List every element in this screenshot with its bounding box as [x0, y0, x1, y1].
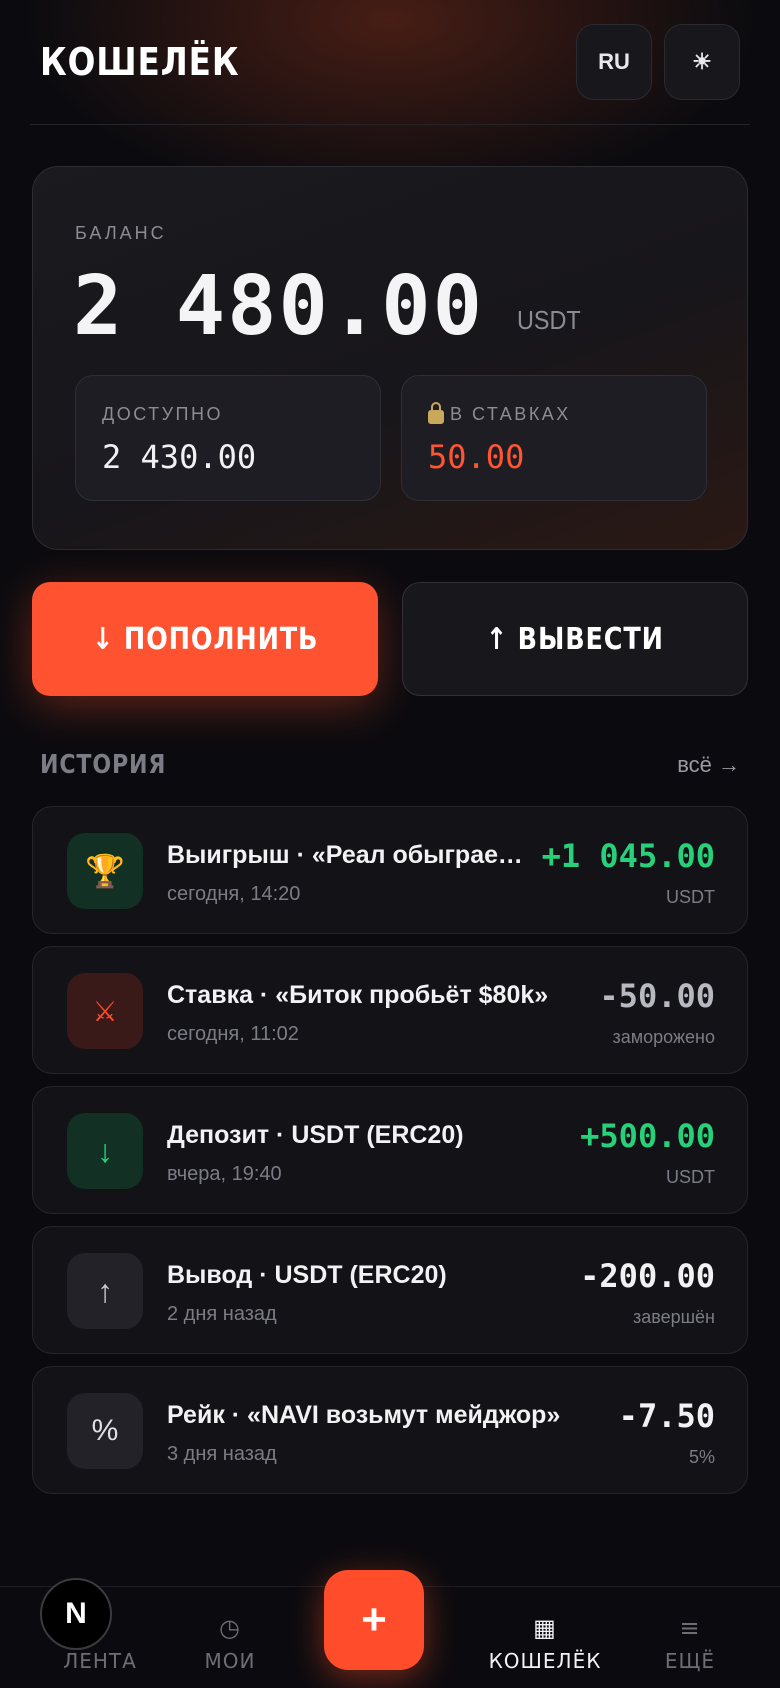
history-list: 🏆 Выигрыш · «Реал обыграет Барселону» се…	[32, 806, 748, 1506]
history-item-amount: -200.00	[580, 1257, 715, 1295]
header: КОШЕЛЁК RU ☀	[40, 24, 740, 100]
withdraw-button-label: ↑ ВЫВЕСТИ	[485, 621, 665, 657]
staked-label: В СТАВКАХ	[450, 404, 571, 424]
arrow-up-icon: ↑	[67, 1253, 143, 1329]
app-logo[interactable]: N	[40, 1578, 112, 1650]
balance-currency: USDT	[517, 305, 581, 335]
history-item-sub: заморожено	[612, 1027, 715, 1047]
withdraw-button[interactable]: ↑ ВЫВЕСТИ	[402, 582, 748, 696]
available-box: ДОСТУПНО 2 430.00	[75, 375, 381, 501]
menu-icon: ≡	[679, 1614, 701, 1642]
grid-icon: ▦	[533, 1614, 557, 1642]
add-button[interactable]: +	[324, 1570, 424, 1670]
history-title: ИСТОРИЯ	[40, 750, 167, 780]
plus-icon: +	[361, 1595, 387, 1644]
available-label: ДОСТУПНО	[102, 404, 223, 424]
history-item-time: 2 дня назад	[167, 1303, 277, 1325]
history-item-title: Выигрыш · «Реал обыграет Барселону»	[167, 841, 527, 869]
history-item-sub: 5%	[688, 1447, 715, 1467]
balance-label: БАЛАНС	[75, 223, 167, 243]
arrow-down-icon: ↓	[67, 1113, 143, 1189]
deposit-button-label: ↓ ПОПОЛНИТЬ	[91, 621, 319, 657]
header-divider	[30, 124, 750, 125]
history-item[interactable]: ⚔ Ставка · «Биток пробьёт $80k» сегодня,…	[32, 946, 748, 1074]
trophy-icon: 🏆	[67, 833, 143, 909]
history-item-amount: -7.50	[618, 1397, 715, 1435]
staked-value: 50.00	[428, 438, 525, 476]
history-item-sub: USDT	[666, 1167, 715, 1187]
page-title: КОШЕЛЁК	[40, 40, 240, 84]
percent-icon: %	[67, 1393, 143, 1469]
clock-icon: ◷	[219, 1614, 241, 1642]
tab-my[interactable]: ◷ МОИ	[170, 1615, 290, 1673]
sun-icon: ☀	[692, 49, 712, 74]
history-item-amount: +1 045.00	[541, 837, 715, 875]
history-all-link[interactable]: всё →	[677, 752, 740, 778]
history-item-title: Рейк · «NAVI возьмут мейджор»	[167, 1401, 561, 1429]
language-button[interactable]: RU	[576, 24, 652, 100]
tab-feed-label: ЛЕНТА	[63, 1649, 137, 1673]
theme-toggle-button[interactable]: ☀	[664, 24, 740, 100]
tab-more[interactable]: ≡ ЕЩЁ	[630, 1615, 750, 1673]
history-item-title: Ставка · «Биток пробьёт $80k»	[167, 981, 549, 1009]
tab-my-label: МОИ	[204, 1649, 256, 1673]
history-item-sub: USDT	[666, 887, 715, 907]
history-item-amount: -50.00	[599, 977, 715, 1015]
tab-wallet-label: КОШЕЛЁК	[488, 1649, 602, 1673]
balance-card: БАЛАНС 2 480.00 USDT ДОСТУПНО 2 430.00 В…	[32, 166, 748, 550]
history-item-time: 3 дня назад	[167, 1443, 277, 1465]
history-item-time: сегодня, 14:20	[167, 883, 301, 905]
history-item-sub: завершён	[632, 1307, 715, 1327]
available-value: 2 430.00	[102, 438, 257, 476]
tab-more-label: ЕЩЁ	[664, 1649, 716, 1673]
staked-box: В СТАВКАХ 50.00	[401, 375, 707, 501]
history-item[interactable]: % Рейк · «NAVI возьмут мейджор» 3 дня на…	[32, 1366, 748, 1494]
history-item[interactable]: 🏆 Выигрыш · «Реал обыграет Барселону» се…	[32, 806, 748, 934]
crossed-swords-icon: ⚔	[67, 973, 143, 1049]
lock-icon	[428, 401, 444, 424]
history-item[interactable]: ↓ Депозит · USDT (ERC20) вчера, 19:40 +5…	[32, 1086, 748, 1214]
history-item-title: Депозит · USDT (ERC20)	[167, 1121, 464, 1149]
deposit-button[interactable]: ↓ ПОПОЛНИТЬ	[32, 582, 378, 696]
tab-wallet[interactable]: ▦ КОШЕЛЁК	[485, 1615, 605, 1673]
history-item-time: вчера, 19:40	[167, 1163, 282, 1185]
history-item[interactable]: ↑ Вывод · USDT (ERC20) 2 дня назад -200.…	[32, 1226, 748, 1354]
history-item-time: сегодня, 11:02	[167, 1023, 299, 1045]
history-item-amount: +500.00	[580, 1117, 715, 1155]
balance-amount: 2 480.00	[73, 259, 484, 354]
history-item-title: Вывод · USDT (ERC20)	[167, 1261, 447, 1289]
